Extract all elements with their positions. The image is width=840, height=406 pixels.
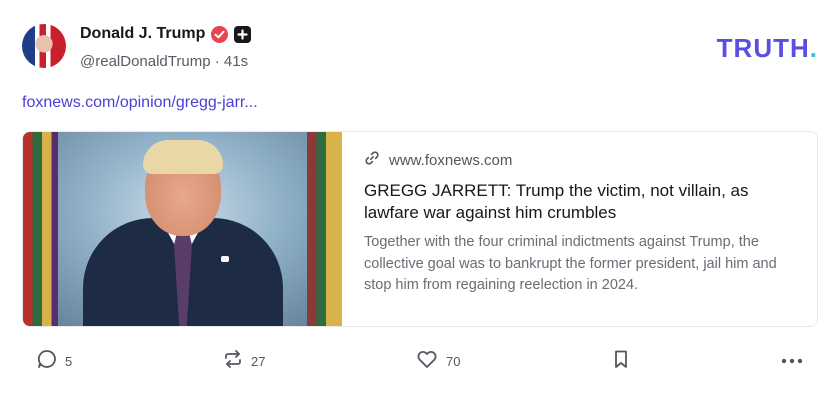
post-link[interactable]: foxnews.com/opinion/gregg-jarr...: [22, 94, 258, 112]
retruth-button[interactable]: 27: [222, 348, 265, 375]
verified-badge-icon: [211, 25, 229, 43]
card-title[interactable]: GREGG JARRETT: Trump the victim, not vil…: [364, 180, 795, 224]
card-body: www.foxnews.com GREGG JARRETT: Trump the…: [342, 132, 817, 326]
more-icon: [780, 352, 804, 370]
reply-button[interactable]: 5: [36, 348, 72, 375]
image-flag-pin: [221, 256, 229, 262]
reply-icon: [36, 348, 58, 375]
logo-dot: .: [809, 33, 818, 63]
logo-text: TRUTH: [716, 33, 810, 63]
post-actions: 5 27 70: [0, 348, 840, 378]
card-domain-row: www.foxnews.com: [364, 150, 795, 171]
truth-logo[interactable]: TRUTH.: [717, 33, 818, 64]
like-count: 70: [446, 354, 461, 369]
bookmark-icon: [610, 348, 632, 375]
bookmark-button[interactable]: [610, 348, 632, 375]
link-icon: [364, 150, 380, 171]
link-preview-card[interactable]: www.foxnews.com GREGG JARRETT: Trump the…: [22, 131, 818, 327]
retruth-icon: [222, 348, 244, 375]
author-name[interactable]: Donald J. Trump: [80, 25, 205, 43]
image-hair: [143, 140, 223, 174]
plus-badge-icon: [234, 25, 252, 43]
card-domain: www.foxnews.com: [389, 152, 513, 169]
author-handle[interactable]: @realDonaldTrump: [80, 53, 211, 70]
card-image[interactable]: [23, 132, 342, 326]
heart-icon: [415, 348, 439, 375]
author-meta: @realDonaldTrump · 41s: [80, 53, 248, 70]
avatar[interactable]: [22, 24, 66, 68]
author-name-row: Donald J. Trump: [80, 25, 252, 43]
like-button[interactable]: 70: [415, 348, 460, 375]
meta-separator: ·: [214, 53, 220, 70]
retruth-count: 27: [251, 354, 266, 369]
card-description: Together with the four criminal indictme…: [364, 234, 777, 293]
post-time[interactable]: 41s: [224, 53, 248, 70]
more-options-button[interactable]: [780, 352, 804, 370]
reply-count: 5: [65, 354, 73, 369]
